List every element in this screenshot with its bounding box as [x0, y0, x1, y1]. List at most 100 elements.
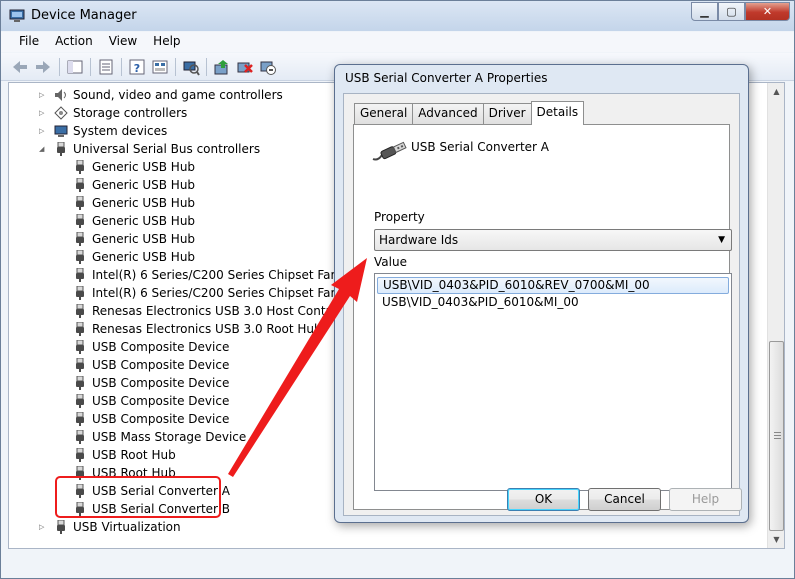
list-item[interactable]: USB\VID_0403&PID_6010&REV_0700&MI_00 — [377, 277, 729, 294]
tab-advanced[interactable]: Advanced — [412, 103, 484, 124]
menu-view[interactable]: View — [101, 32, 145, 52]
usb-plug-icon-graphic — [76, 411, 84, 426]
tree-item-label: System devices — [73, 124, 168, 138]
tree-item[interactable]: ▷ Storage controllers — [9, 104, 349, 122]
usb-plug-icon-graphic — [76, 375, 84, 390]
properties-icon[interactable] — [97, 58, 115, 76]
toolbar-separator — [90, 58, 91, 76]
close-button[interactable]: ✕ — [745, 2, 790, 21]
cancel-button[interactable]: Cancel — [588, 488, 661, 511]
uninstall-icon[interactable] — [236, 58, 254, 76]
tree-item[interactable]: USB Composite Device — [9, 338, 349, 356]
tree-item-label: USB Composite Device — [92, 412, 230, 426]
tree-item[interactable]: Generic USB Hub — [9, 230, 349, 248]
scan-hardware-icon[interactable] — [182, 58, 200, 76]
title-bar[interactable]: Device Manager ▁ ▢ ✕ — [1, 1, 794, 31]
sound-icon-graphic — [55, 89, 66, 101]
list-item[interactable]: USB\VID_0403&PID_6010&MI_00 — [377, 294, 729, 311]
menu-file[interactable]: File — [11, 32, 47, 52]
tree-item-label: Generic USB Hub — [92, 196, 196, 210]
menu-action[interactable]: Action — [47, 32, 101, 52]
help-icon[interactable]: ? — [128, 58, 146, 76]
tree-item[interactable]: Intel(R) 6 Series/C200 Series Chipset Fa… — [9, 284, 380, 302]
grip-line — [774, 432, 781, 433]
back-arrow-icon[interactable] — [11, 58, 29, 76]
tree-item-label: Universal Serial Bus controllers — [73, 142, 261, 156]
tree-item[interactable]: Generic USB Hub — [9, 194, 349, 212]
usb-plug-icon — [73, 177, 87, 192]
tab-driver[interactable]: Driver — [482, 103, 532, 124]
vertical-scrollbar[interactable]: ▲ ▼ — [767, 83, 784, 548]
usb-plug-icon — [73, 429, 87, 444]
usb-plug-icon-graphic — [76, 321, 84, 336]
tree-item-label: Generic USB Hub — [92, 232, 196, 246]
tree-item[interactable]: USB Composite Device — [9, 410, 349, 428]
maximize-button[interactable]: ▢ — [718, 2, 745, 21]
usb-plug-icon — [73, 285, 87, 300]
usb-plug-icon — [73, 267, 87, 282]
tree-item[interactable]: Generic USB Hub — [9, 158, 349, 176]
tab-general[interactable]: General — [354, 103, 414, 124]
tree-item-label: Renesas Electronics USB 3.0 Host Control… — [92, 304, 357, 318]
dialog-title: USB Serial Converter A Properties — [345, 71, 548, 85]
tree-item-label: Sound, video and game controllers — [73, 88, 283, 102]
collapsed-arrow-icon[interactable]: ▷ — [39, 104, 48, 122]
expanded-arrow-icon[interactable]: ◢ — [39, 140, 48, 158]
tree-item[interactable]: Renesas Electronics USB 3.0 Host Control… — [9, 302, 357, 320]
usb-plug-icon — [73, 195, 87, 210]
tree-item-label: Generic USB Hub — [92, 178, 196, 192]
tree-item[interactable]: USB Composite Device — [9, 392, 349, 410]
tree-item[interactable]: USB Composite Device — [9, 356, 349, 374]
property-label: Property — [374, 210, 425, 224]
tree-item[interactable]: Generic USB Hub — [9, 212, 349, 230]
tree-item[interactable]: Intel(R) 6 Series/C200 Series Chipset Fa… — [9, 266, 380, 284]
tree-item-label: Generic USB Hub — [92, 250, 196, 264]
tree-item-label: Renesas Electronics USB 3.0 Root Hub — [92, 322, 322, 336]
property-select[interactable]: Hardware Ids ▼ — [374, 229, 732, 251]
usb-plug-icon — [73, 375, 87, 390]
tree-item-label: Generic USB Hub — [92, 160, 196, 174]
tree-item[interactable]: Renesas Electronics USB 3.0 Root Hub — [9, 320, 349, 338]
storage-icon-graphic — [54, 106, 68, 120]
usb-plug-icon — [54, 141, 68, 156]
usb-plug-icon-graphic — [76, 393, 84, 408]
help-button[interactable]: Help — [669, 488, 742, 511]
tree-item[interactable]: ▷ Sound, video and game controllers — [9, 86, 349, 104]
update-driver-icon[interactable] — [213, 58, 231, 76]
tree-item[interactable]: ◢ Universal Serial Bus controllers — [9, 140, 349, 158]
scrollbar-thumb[interactable] — [769, 341, 784, 531]
tree-item-label: Generic USB Hub — [92, 214, 196, 228]
tree-item[interactable]: ▷ System devices — [9, 122, 349, 140]
usb-plug-icon-graphic — [76, 177, 84, 192]
usb-plug-icon-graphic — [76, 213, 84, 228]
tree-item[interactable]: Generic USB Hub — [9, 176, 349, 194]
storage-icon — [54, 106, 68, 120]
usb-plug-icon — [73, 393, 87, 408]
tree-item[interactable]: Generic USB Hub — [9, 248, 349, 266]
tab-details[interactable]: Details — [530, 101, 585, 125]
collapsed-arrow-icon[interactable]: ▷ — [39, 86, 48, 104]
tree-item[interactable]: ▷ USB Virtualization — [9, 518, 349, 536]
ok-button[interactable]: OK — [507, 488, 580, 511]
menu-help[interactable]: Help — [145, 32, 188, 52]
usb-plug-icon-graphic — [76, 267, 84, 282]
toolbar-separator — [59, 58, 60, 76]
minimize-icon: ▁ — [700, 5, 709, 18]
disable-device-icon[interactable] — [259, 58, 277, 76]
show-hide-console-tree-icon[interactable] — [66, 58, 84, 76]
tree-item[interactable]: USB Root Hub — [9, 446, 349, 464]
minimize-button[interactable]: ▁ — [691, 2, 718, 21]
tree-item-label: USB Root Hub — [92, 448, 176, 462]
collapsed-arrow-icon[interactable]: ▷ — [39, 122, 48, 140]
window-title: Device Manager — [31, 8, 137, 23]
scroll-up-icon[interactable]: ▲ — [768, 83, 784, 100]
value-list[interactable]: USB\VID_0403&PID_6010&REV_0700&MI_00 USB… — [374, 273, 732, 491]
grip-line — [774, 438, 781, 439]
scroll-down-icon[interactable]: ▼ — [768, 531, 784, 548]
tree-item[interactable]: USB Composite Device — [9, 374, 349, 392]
show-details-icon[interactable] — [151, 58, 169, 76]
collapsed-arrow-icon[interactable]: ▷ — [39, 518, 48, 536]
tree-item[interactable]: USB Mass Storage Device — [9, 428, 349, 446]
forward-arrow-icon[interactable] — [34, 58, 52, 76]
usb-plug-icon-graphic — [76, 357, 84, 372]
